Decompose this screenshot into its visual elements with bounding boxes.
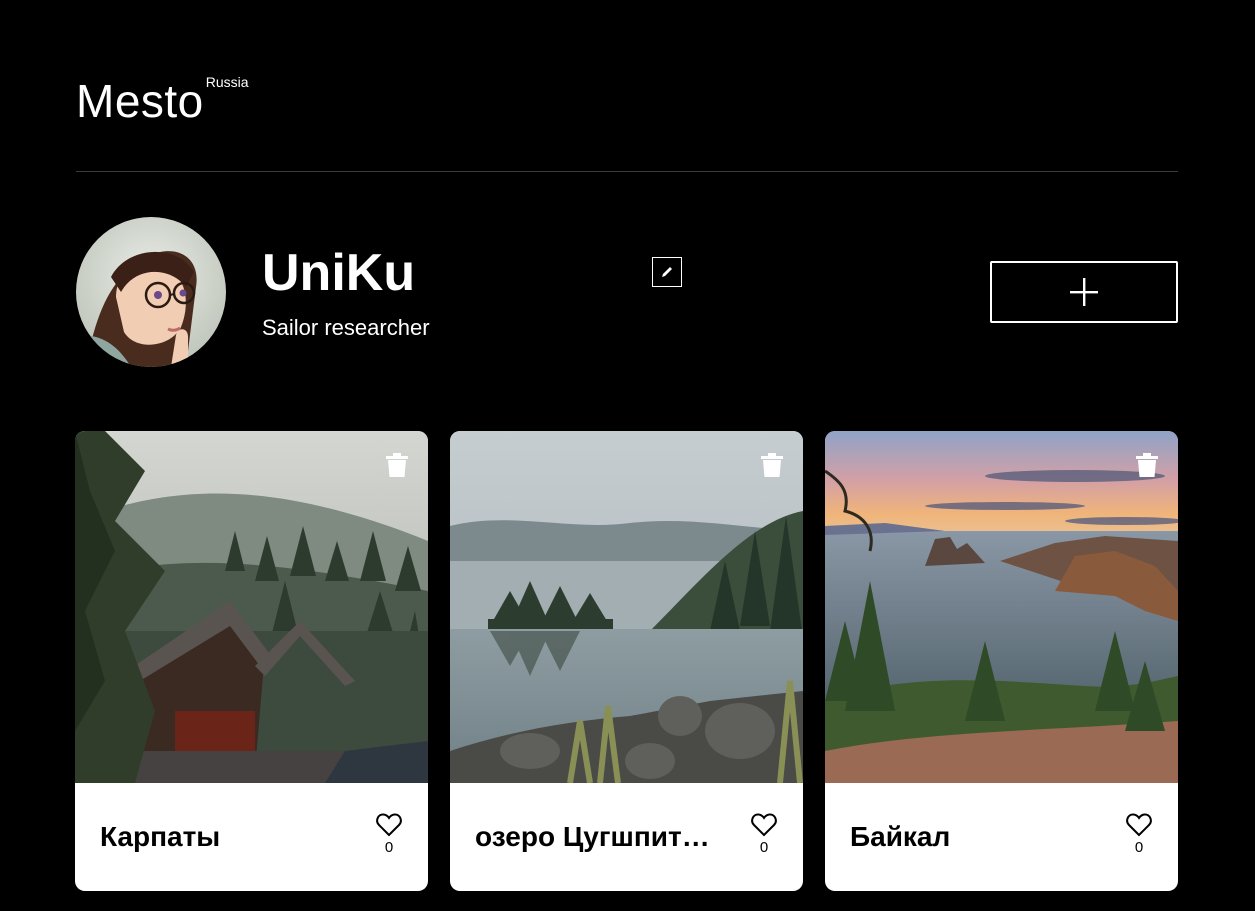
logo-superscript: Russia [205,74,249,90]
header: Mesto Russia [76,70,1178,172]
profile-name: UniKu [262,244,416,302]
card-footer: Байкал 0 [825,783,1178,891]
card: озеро Цугшпит… 0 [450,431,803,891]
avatar-image [76,217,226,367]
pencil-icon [662,267,672,277]
like-count: 0 [1134,839,1144,856]
card-title: озеро Цугшпит… [475,821,710,852]
card-image-carpathians [75,431,428,783]
heart-icon[interactable] [1126,813,1152,837]
like-box: 0 [375,813,403,856]
add-card-button[interactable] [990,261,1178,323]
card-footer: Карпаты 0 [75,783,428,891]
profile-about: Sailor researcher [262,315,430,340]
page: Mesto Russia UniKu Sailor researcher Кар… [0,0,1255,911]
like-box: 0 [750,813,778,856]
edit-profile-button[interactable] [652,257,682,287]
avatar[interactable] [76,217,226,367]
card-image-baikal [825,431,1178,783]
plus-icon [1070,278,1098,306]
delete-card-button[interactable] [761,453,783,477]
card-image-lake [450,431,803,783]
logo-text: Mesto [76,75,204,127]
heart-icon[interactable] [751,813,777,837]
profile: UniKu Sailor researcher [76,217,1178,367]
like-count: 0 [384,839,394,856]
card-image[interactable] [825,431,1178,783]
card-image[interactable] [450,431,803,783]
like-box: 0 [1125,813,1153,856]
delete-card-button[interactable] [386,453,408,477]
delete-card-button[interactable] [1136,453,1158,477]
card-footer: озеро Цугшпит… 0 [450,783,803,891]
logo[interactable]: Mesto Russia [76,74,249,127]
card-title: Карпаты [100,821,221,852]
card-title: Байкал [850,821,951,852]
card-image[interactable] [75,431,428,783]
heart-icon[interactable] [376,813,402,837]
card: Байкал 0 [825,431,1178,891]
cards-grid: Карпаты 0 озеро Цугшпит… 0 Байкал 0 [75,431,1178,891]
card: Карпаты 0 [75,431,428,891]
like-count: 0 [759,839,769,856]
